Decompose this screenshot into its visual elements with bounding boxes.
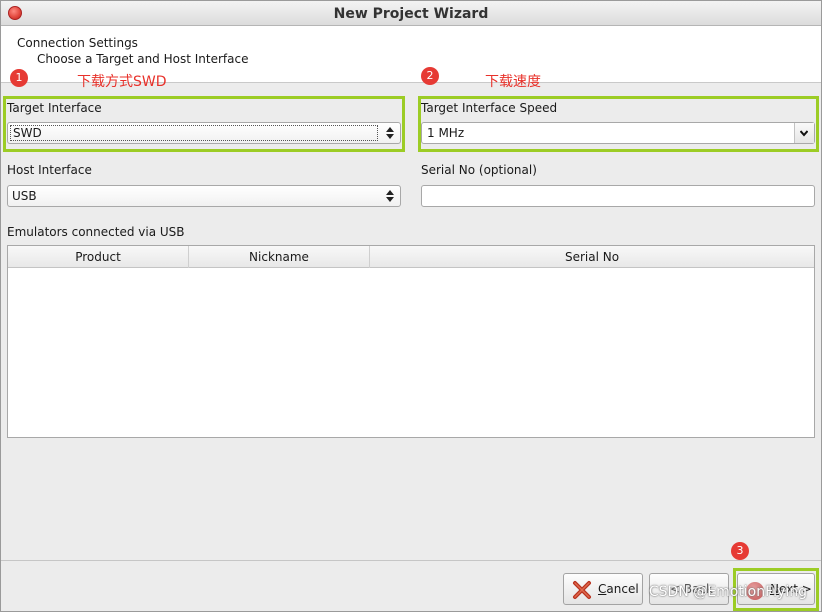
serial-no-label: Serial No (optional) [421, 163, 537, 177]
host-interface-value: USB [12, 189, 37, 203]
cancel-label: ancel [606, 582, 639, 596]
annotation-badge-2: 2 [421, 67, 439, 85]
column-header-product[interactable]: Product [8, 246, 189, 268]
serial-no-input[interactable] [421, 185, 815, 207]
highlight-box-target-speed [418, 96, 819, 152]
cancel-button[interactable]: Cancel [563, 573, 643, 605]
cancel-x-icon [573, 581, 591, 599]
title-bar: New Project Wizard [1, 1, 821, 26]
column-header-nickname[interactable]: Nickname [189, 246, 370, 268]
host-interface-select[interactable]: USB [7, 185, 401, 207]
table-header: Product Nickname Serial No [8, 246, 814, 268]
watermark: CSDN @EmotionFlying [648, 584, 807, 600]
up-down-arrows-icon [386, 189, 394, 203]
highlight-box-target-interface [3, 96, 405, 152]
emulators-table[interactable]: Product Nickname Serial No [7, 245, 815, 438]
page-subtitle: Choose a Target and Host Interface [37, 52, 249, 66]
emulators-label: Emulators connected via USB [7, 225, 185, 239]
window-title: New Project Wizard [333, 6, 489, 22]
page-title: Connection Settings [17, 36, 138, 50]
footer-divider [1, 560, 821, 561]
new-project-wizard-window: New Project Wizard Connection Settings C… [0, 0, 822, 612]
host-interface-label: Host Interface [7, 163, 92, 177]
annotation-badge-3: 3 [731, 542, 749, 560]
annotation-text-2: 下载速度 [485, 74, 541, 90]
annotation-text-1: 下载方式SWD [77, 74, 167, 90]
annotation-badge-1: 1 [10, 69, 28, 87]
column-header-serial-no[interactable]: Serial No [370, 246, 814, 268]
